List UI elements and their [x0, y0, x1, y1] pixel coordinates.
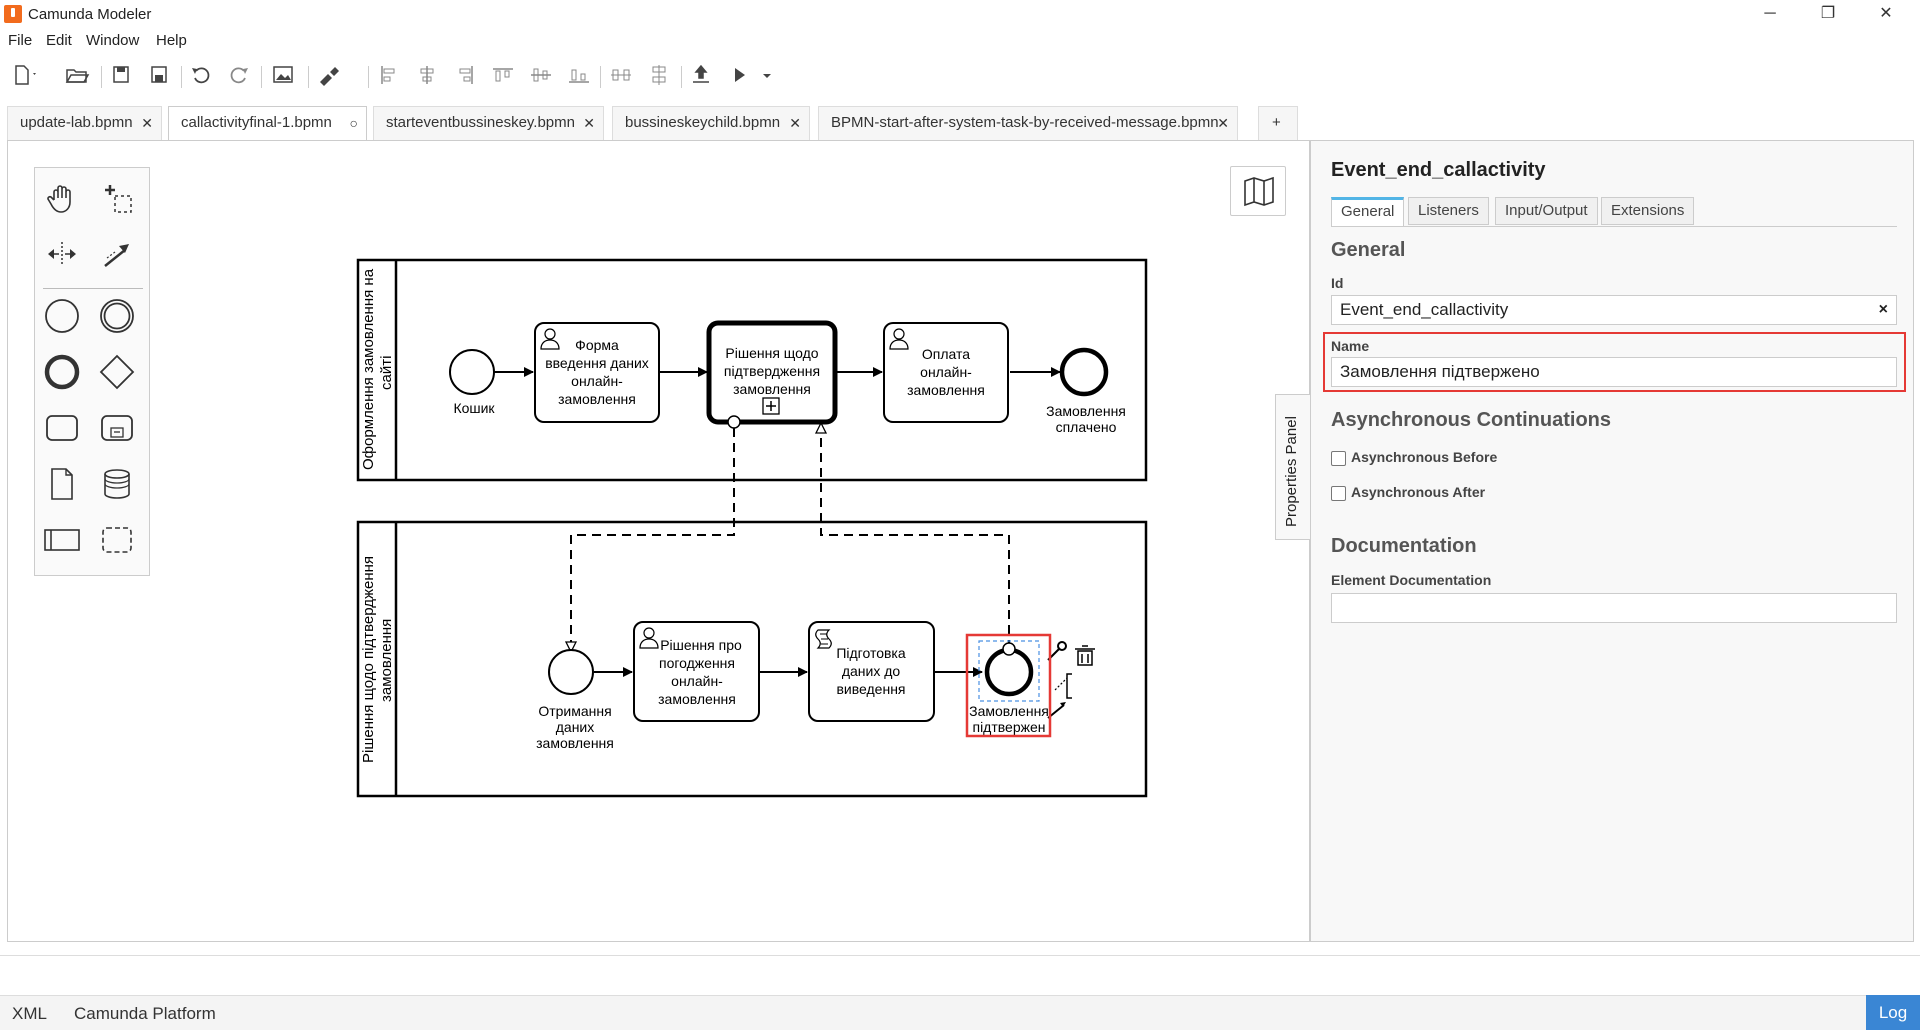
lasso-tool-icon[interactable] [95, 176, 139, 220]
create-intermediate-event-icon[interactable] [95, 294, 139, 338]
svg-text:замовлення: замовлення [907, 382, 985, 398]
svg-text:онлайн-: онлайн- [920, 364, 972, 380]
svg-text:онлайн-: онлайн- [671, 673, 723, 689]
svg-text:Підготовка: Підготовка [836, 645, 906, 661]
svg-text:сплачено: сплачено [1056, 419, 1117, 435]
xml-view-button[interactable]: XML [12, 1004, 47, 1024]
user-task-order-form[interactable]: Форма введення даних онлайн- замовлення [534, 322, 660, 423]
bpmn-diagram[interactable]: Оформлення замовлення на сайті Рішення щ… [0, 0, 1310, 942]
id-input[interactable]: Event_end_callactivity × [1331, 295, 1897, 325]
svg-text:підтвердження: підтвердження [724, 363, 820, 379]
documentation-section-header: Documentation [1331, 535, 1477, 557]
pool1-label-line2: сайті [378, 356, 395, 390]
maximize-button[interactable]: ❐ [1800, 0, 1856, 28]
tool-palette [34, 167, 150, 576]
svg-text:онлайн-: онлайн- [571, 373, 623, 389]
async-after-checkbox[interactable] [1331, 486, 1346, 501]
general-section-header: General [1331, 239, 1406, 261]
svg-text:замовлення: замовлення [733, 381, 811, 397]
close-window-button[interactable]: ✕ [1858, 0, 1914, 28]
subprocess-expand-icon [762, 397, 780, 415]
execution-platform-label[interactable]: Camunda Platform [74, 1004, 216, 1024]
svg-text:Отримання: Отримання [538, 703, 611, 719]
svg-text:погодження: погодження [659, 655, 735, 671]
pool1-label-line1: Оформлення замовлення на [360, 268, 377, 470]
call-activity-confirmation-decision[interactable]: Рішення щодо підтвердження замовлення [706, 320, 838, 429]
svg-text:замовлення: замовлення [658, 691, 736, 707]
tab-extensions[interactable]: Extensions [1601, 197, 1695, 225]
svg-text:Замовлення: Замовлення [969, 703, 1049, 719]
clear-id-icon[interactable]: × [1879, 296, 1888, 324]
svg-text:виведення: виведення [836, 681, 905, 697]
tab-listeners[interactable]: Listeners [1408, 197, 1489, 225]
script-task-prepare-data[interactable]: Підготовка даних до виведення [808, 621, 935, 722]
async-section-header: Asynchronous Continuations [1331, 409, 1611, 431]
svg-text:замовлення: замовлення [558, 391, 636, 407]
create-subprocess-icon[interactable] [95, 406, 139, 450]
tab-input-output[interactable]: Input/Output [1495, 197, 1598, 225]
svg-text:Рішення щодо: Рішення щодо [725, 345, 818, 361]
async-before-label: Asynchronous Before [1351, 449, 1498, 465]
space-tool-icon[interactable] [40, 232, 84, 276]
documentation-label: Element Documentation [1331, 572, 1492, 588]
tab-general[interactable]: General [1331, 197, 1405, 227]
user-task-online-payment[interactable]: Оплата онлайн- замовлення [883, 322, 1009, 423]
create-data-object-icon[interactable] [40, 462, 84, 506]
map-icon [1244, 176, 1274, 207]
global-connect-tool-icon[interactable] [95, 232, 139, 276]
svg-text:підтвержен: підтвержен [972, 719, 1045, 735]
name-label: Name [1331, 338, 1370, 354]
create-task-icon[interactable] [40, 406, 84, 450]
create-gateway-icon[interactable] [95, 350, 139, 394]
svg-text:Оплата: Оплата [922, 346, 970, 362]
svg-text:Замовлення: Замовлення [1046, 403, 1126, 419]
svg-text:Кошик: Кошик [453, 400, 495, 416]
create-pool-icon[interactable] [40, 518, 84, 562]
element-title: Event_end_callactivity [1331, 159, 1546, 181]
svg-text:введення даних: введення даних [545, 355, 649, 371]
properties-panel: Event_end_callactivity General Listeners… [1310, 140, 1914, 942]
svg-text:Форма: Форма [575, 337, 619, 353]
log-button[interactable]: Log [1866, 995, 1920, 1030]
svg-text:Рішення про: Рішення про [660, 637, 742, 653]
documentation-input[interactable] [1331, 593, 1897, 623]
status-bar: XML Camunda Platform [0, 995, 1920, 1030]
svg-text:замовлення: замовлення [536, 735, 614, 751]
minimap-toggle-button[interactable] [1230, 166, 1286, 216]
hand-tool-icon[interactable] [40, 176, 84, 220]
async-after-label: Asynchronous After [1351, 484, 1486, 500]
svg-text:даних до: даних до [842, 663, 901, 679]
start-event-cart[interactable]: Кошик [449, 349, 495, 416]
async-before-checkbox[interactable] [1331, 451, 1346, 466]
id-label: Id [1331, 275, 1344, 291]
minimize-button[interactable]: ─ [1742, 0, 1798, 28]
create-data-store-icon[interactable] [95, 462, 139, 506]
create-start-event-icon[interactable] [40, 294, 84, 338]
user-task-approval-decision[interactable]: Рішення про погодження онлайн- замовленн… [633, 621, 760, 722]
name-input[interactable]: Замовлення підтвержено [1331, 357, 1897, 387]
svg-text:даних: даних [556, 719, 595, 735]
properties-panel-toggle[interactable]: Properties Panel [1275, 394, 1311, 540]
pool2-label-line2: замовлення [378, 619, 395, 702]
create-end-event-icon[interactable] [40, 350, 84, 394]
create-group-icon[interactable] [95, 518, 139, 562]
pool2-label-line1: Рішення щодо підтвердження [360, 556, 377, 763]
